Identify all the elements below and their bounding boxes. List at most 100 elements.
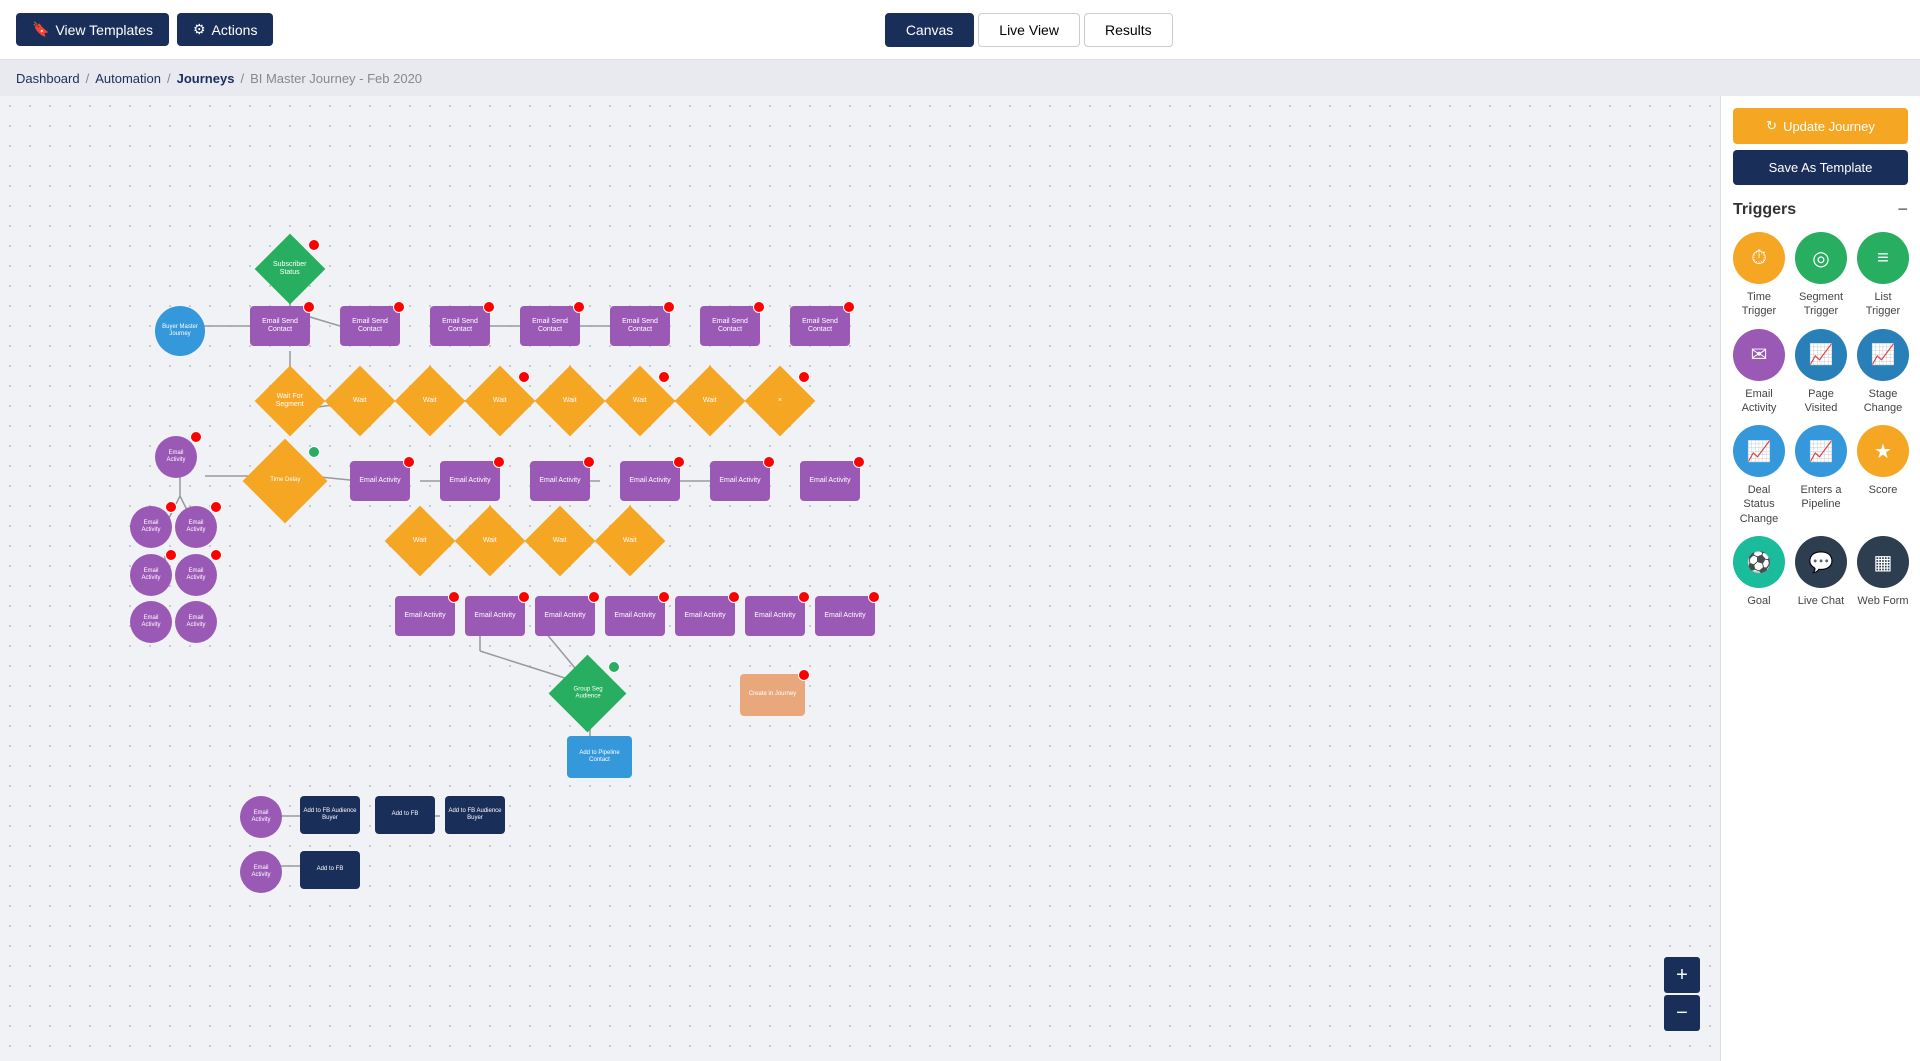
node-p4[interactable]: Email Send Contact	[520, 306, 580, 346]
trigger-item-segment-trigger[interactable]: ◎Segment Trigger	[1795, 232, 1847, 319]
trigger-item-score[interactable]: ★Score	[1857, 425, 1909, 526]
trigger-item-deal-status-change[interactable]: 📈Deal Status Change	[1733, 425, 1785, 526]
node-md1[interactable]: Wait	[395, 516, 445, 566]
node-r3-2[interactable]: Email Activity	[465, 596, 525, 636]
node-r3-7[interactable]: Email Activity	[815, 596, 875, 636]
canvas-scroll[interactable]: Buyer Master Journey Subscriber Status E…	[0, 96, 1720, 1061]
badge	[798, 591, 810, 603]
node-d8[interactable]: ×	[755, 376, 805, 426]
node-md4[interactable]: Wait	[605, 516, 655, 566]
badge	[493, 456, 505, 468]
save-as-template-button[interactable]: Save As Template	[1733, 150, 1908, 185]
node-ls5[interactable]: Email Activity	[130, 601, 172, 643]
node-m4[interactable]: Email Activity	[620, 461, 680, 501]
node-d7[interactable]: Wait	[685, 376, 735, 426]
badge	[588, 591, 600, 603]
badge	[518, 371, 530, 383]
badge	[798, 669, 810, 681]
node-m3[interactable]: Email Activity	[530, 461, 590, 501]
node-top-diamond[interactable]: Subscriber Status	[265, 244, 315, 294]
node-d3[interactable]: Wait	[405, 376, 455, 426]
node-d5[interactable]: Wait	[545, 376, 595, 426]
main-layout: Buyer Master Journey Subscriber Status E…	[0, 96, 1920, 1061]
node-buyer-master[interactable]: Buyer Master Journey	[155, 306, 205, 356]
tab-results[interactable]: Results	[1084, 13, 1173, 47]
node-ls2[interactable]: Email Activity	[175, 506, 217, 548]
node-p7[interactable]: Email Send Contact	[790, 306, 850, 346]
node-p6[interactable]: Email Send Contact	[700, 306, 760, 346]
trigger-item-enters-pipeline[interactable]: 📈Enters a Pipeline	[1795, 425, 1847, 526]
node-d1[interactable]: Wait For Segment	[265, 376, 315, 426]
node-p5[interactable]: Email Send Contact	[610, 306, 670, 346]
trigger-item-page-visited[interactable]: 📈Page Visited	[1795, 329, 1847, 416]
node-ls6[interactable]: Email Activity	[175, 601, 217, 643]
zoom-out-button[interactable]: −	[1664, 995, 1700, 1031]
actions-button[interactable]: ⚙ Actions	[177, 13, 273, 46]
node-br1-2[interactable]: Add to FB Audience Buyer	[300, 796, 360, 834]
gear-icon: ⚙	[193, 21, 206, 38]
node-d6[interactable]: Wait	[615, 376, 665, 426]
node-md3[interactable]: Wait	[535, 516, 585, 566]
update-journey-button[interactable]: ↻ Update Journey	[1733, 108, 1908, 144]
trigger-item-list-trigger[interactable]: ≡List Trigger	[1857, 232, 1909, 319]
node-m1[interactable]: Email Activity	[350, 461, 410, 501]
sidebar-title: Triggers −	[1733, 199, 1908, 220]
live-chat-icon: 💬	[1795, 536, 1847, 588]
node-m6[interactable]: Email Activity	[800, 461, 860, 501]
node-r3-5[interactable]: Email Activity	[675, 596, 735, 636]
sidebar-collapse-button[interactable]: −	[1897, 199, 1908, 220]
breadcrumb-dashboard[interactable]: Dashboard	[16, 71, 80, 86]
node-ls1[interactable]: Email Activity	[130, 506, 172, 548]
node-br1-1[interactable]: Email Activity	[240, 796, 282, 838]
node-p1[interactable]: Email Send Contact	[250, 306, 310, 346]
canvas-area[interactable]: Buyer Master Journey Subscriber Status E…	[0, 96, 1720, 1061]
node-r3-6[interactable]: Email Activity	[745, 596, 805, 636]
node-d4[interactable]: Wait	[475, 376, 525, 426]
node-br1-3[interactable]: Add to FB	[375, 796, 435, 834]
node-d2[interactable]: Wait	[335, 376, 385, 426]
tab-live-view[interactable]: Live View	[978, 13, 1080, 47]
badge	[753, 301, 765, 313]
breadcrumb-journeys[interactable]: Journeys	[177, 71, 235, 86]
web-form-icon: ▦	[1857, 536, 1909, 588]
trigger-item-live-chat[interactable]: 💬Live Chat	[1795, 536, 1847, 608]
header-left: 🔖 View Templates ⚙ Actions	[16, 13, 273, 46]
node-bottom-diamond[interactable]: Group Seg Audience	[560, 666, 615, 721]
node-lc1[interactable]: Email Activity	[155, 436, 197, 478]
node-r3-1[interactable]: Email Activity	[395, 596, 455, 636]
trigger-item-stage-change[interactable]: 📈Stage Change	[1857, 329, 1909, 416]
badge	[868, 591, 880, 603]
trigger-item-time-trigger[interactable]: ⏱Time Trigger	[1733, 232, 1785, 319]
node-m2[interactable]: Email Activity	[440, 461, 500, 501]
tab-canvas[interactable]: Canvas	[885, 13, 974, 47]
node-ls4[interactable]: Email Activity	[175, 554, 217, 596]
node-br1-4[interactable]: Add to FB Audience Buyer	[445, 796, 505, 834]
node-md2[interactable]: Wait	[465, 516, 515, 566]
node-m5[interactable]: Email Activity	[710, 461, 770, 501]
trigger-item-web-form[interactable]: ▦Web Form	[1857, 536, 1909, 608]
node-blue-bottom[interactable]: Add to Pipeline Contact	[567, 736, 632, 778]
node-p3[interactable]: Email Send Contact	[430, 306, 490, 346]
badge	[583, 456, 595, 468]
node-p2[interactable]: Email Send Contact	[340, 306, 400, 346]
node-br2-1[interactable]: Email Activity	[240, 851, 282, 893]
node-r3-4[interactable]: Email Activity	[605, 596, 665, 636]
bookmark-icon: 🔖	[32, 21, 49, 38]
view-templates-button[interactable]: 🔖 View Templates	[16, 13, 169, 46]
breadcrumb-automation[interactable]: Automation	[95, 71, 161, 86]
badge	[658, 371, 670, 383]
node-main-diamond[interactable]: Time Delay	[255, 451, 315, 511]
header: 🔖 View Templates ⚙ Actions Canvas Live V…	[0, 0, 1920, 60]
node-ls3[interactable]: Email Activity	[130, 554, 172, 596]
badge	[190, 431, 202, 443]
score-icon: ★	[1857, 425, 1909, 477]
zoom-in-button[interactable]: +	[1664, 957, 1700, 993]
node-br2-2[interactable]: Add to FB	[300, 851, 360, 889]
trigger-item-email-activity[interactable]: ✉Email Activity	[1733, 329, 1785, 416]
trigger-item-goal[interactable]: ⚽Goal	[1733, 536, 1785, 608]
node-bottom-peach[interactable]: Create in Journey	[740, 674, 805, 716]
actions-label: Actions	[212, 22, 258, 38]
node-r3-3[interactable]: Email Activity	[535, 596, 595, 636]
enters-pipeline-icon: 📈	[1795, 425, 1847, 477]
breadcrumb-current: BI Master Journey - Feb 2020	[250, 71, 422, 86]
